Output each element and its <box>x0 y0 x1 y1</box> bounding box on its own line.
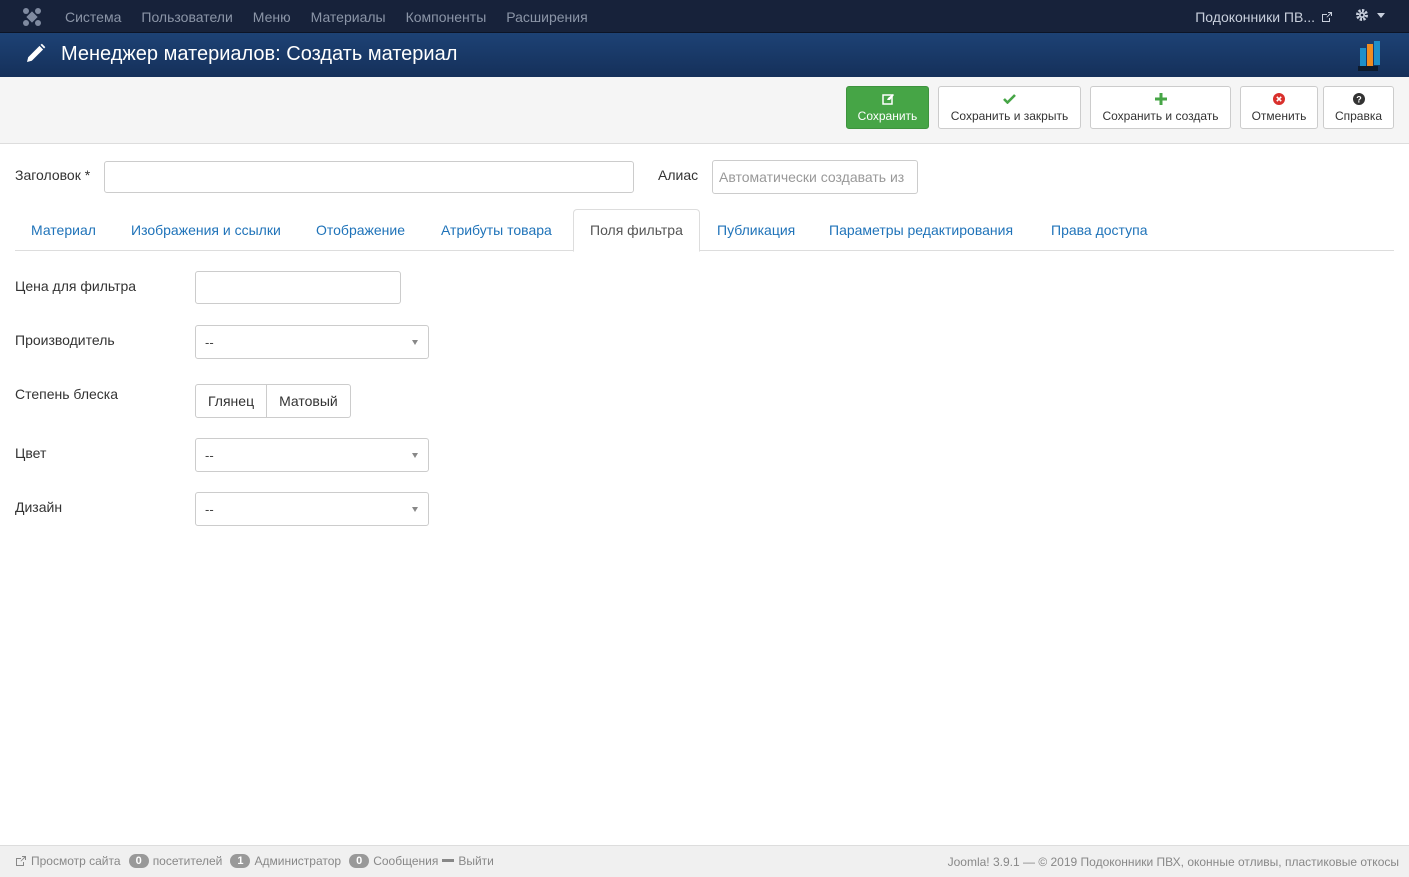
gear-icon <box>1356 9 1368 21</box>
site-link[interactable]: Подоконники ПВ... <box>1195 9 1333 25</box>
tab-filter-fields[interactable]: Поля фильтра <box>573 209 700 252</box>
menu-item-system[interactable]: Система <box>55 9 131 25</box>
joomla-icon[interactable] <box>22 7 42 27</box>
help-label: Справка <box>1334 109 1383 123</box>
visitors-label: посетителей <box>152 854 223 868</box>
edit-icon <box>847 93 928 107</box>
gloss-radio-group: Глянец Матовый <box>195 384 351 418</box>
top-navbar: Система Пользователи Меню Материалы Комп… <box>0 0 1409 33</box>
help-button[interactable]: ? Справка <box>1323 86 1394 129</box>
color-value: -- <box>205 448 214 463</box>
price-input[interactable] <box>195 271 401 304</box>
tab-display[interactable]: Отображение <box>300 209 421 251</box>
joomla-brand-icon <box>1358 41 1380 71</box>
question-icon: ? <box>1324 93 1393 107</box>
tab-images-links[interactable]: Изображения и ссылки <box>115 209 297 251</box>
chevron-down-icon <box>412 340 418 345</box>
tab-article[interactable]: Материал <box>15 209 112 251</box>
external-link-icon <box>16 856 26 866</box>
caret-down-icon <box>1377 12 1385 18</box>
chevron-down-icon <box>412 507 418 512</box>
cancel-circle-icon <box>1241 93 1317 107</box>
save-new-label: Сохранить и создать <box>1102 109 1219 123</box>
admins-badge: 1 <box>230 854 251 868</box>
gloss-option-matte[interactable]: Матовый <box>267 384 351 418</box>
menu-item-components[interactable]: Компоненты <box>396 9 497 25</box>
admins-label: Администратор <box>254 854 342 868</box>
plus-icon <box>1091 93 1230 107</box>
manufacturer-select[interactable]: -- <box>195 325 429 359</box>
messages-badge: 0 <box>349 854 370 868</box>
save-button[interactable]: Сохранить <box>846 86 929 129</box>
title-input[interactable] <box>104 161 634 193</box>
tab-permissions[interactable]: Права доступа <box>1035 209 1163 251</box>
check-icon <box>939 93 1080 107</box>
logout-link[interactable]: Выйти <box>458 854 494 868</box>
site-name: Подоконники ПВ... <box>1195 9 1315 25</box>
pencil-icon <box>27 43 46 62</box>
save-new-button[interactable]: Сохранить и создать <box>1090 86 1231 129</box>
external-link-icon <box>1322 12 1332 22</box>
toolbar: Сохранить Сохранить и закрыть Сохранить … <box>0 77 1409 144</box>
chevron-down-icon <box>412 453 418 458</box>
color-select[interactable]: -- <box>195 438 429 472</box>
svg-text:?: ? <box>1356 95 1362 105</box>
color-label: Цвет <box>15 445 47 461</box>
title-label: Заголовок * <box>15 167 91 183</box>
tab-editing-options[interactable]: Параметры редактирования <box>813 209 1029 251</box>
tab-bar: Материал Изображения и ссылки Отображени… <box>15 209 1394 252</box>
design-select[interactable]: -- <box>195 492 429 526</box>
design-label: Дизайн <box>15 499 63 515</box>
status-bar: Просмотр сайта 0 посетителей 1 Администр… <box>0 845 1409 877</box>
menu-item-extensions[interactable]: Расширения <box>496 9 597 25</box>
menu-item-users[interactable]: Пользователи <box>131 9 242 25</box>
save-close-label: Сохранить и закрыть <box>950 109 1069 123</box>
gloss-label: Степень блеска <box>15 386 118 402</box>
page-title: Менеджер материалов: Создать материал <box>61 43 458 65</box>
copyright-text: Joomla! 3.9.1 — © 2019 Подоконники ПВХ, … <box>947 855 1399 869</box>
minus-icon <box>442 859 455 862</box>
tab-product-attributes[interactable]: Атрибуты товара <box>425 209 568 251</box>
alias-input[interactable]: Автоматически создавать из <box>712 160 918 194</box>
save-label: Сохранить <box>857 109 918 123</box>
main-menu: Система Пользователи Меню Материалы Комп… <box>55 0 598 33</box>
price-label: Цена для фильтра <box>15 278 137 294</box>
manufacturer-value: -- <box>205 335 214 350</box>
view-site-link[interactable]: Просмотр сайта <box>31 854 121 868</box>
messages-link[interactable]: Сообщения <box>373 854 438 868</box>
cancel-button[interactable]: Отменить <box>1240 86 1318 129</box>
gloss-option-glossy[interactable]: Глянец <box>195 384 268 418</box>
tab-publishing[interactable]: Публикация <box>701 209 811 251</box>
alias-label: Алиас <box>658 167 699 183</box>
design-value: -- <box>205 502 214 517</box>
menu-item-menus[interactable]: Меню <box>243 9 301 25</box>
save-close-button[interactable]: Сохранить и закрыть <box>938 86 1081 129</box>
cancel-label: Отменить <box>1251 109 1307 123</box>
menu-item-content[interactable]: Материалы <box>301 9 396 25</box>
visitors-badge: 0 <box>128 854 149 868</box>
user-menu[interactable] <box>1355 8 1385 22</box>
page-header: Менеджер материалов: Создать материал <box>0 33 1409 77</box>
manufacturer-label: Производитель <box>15 332 115 348</box>
